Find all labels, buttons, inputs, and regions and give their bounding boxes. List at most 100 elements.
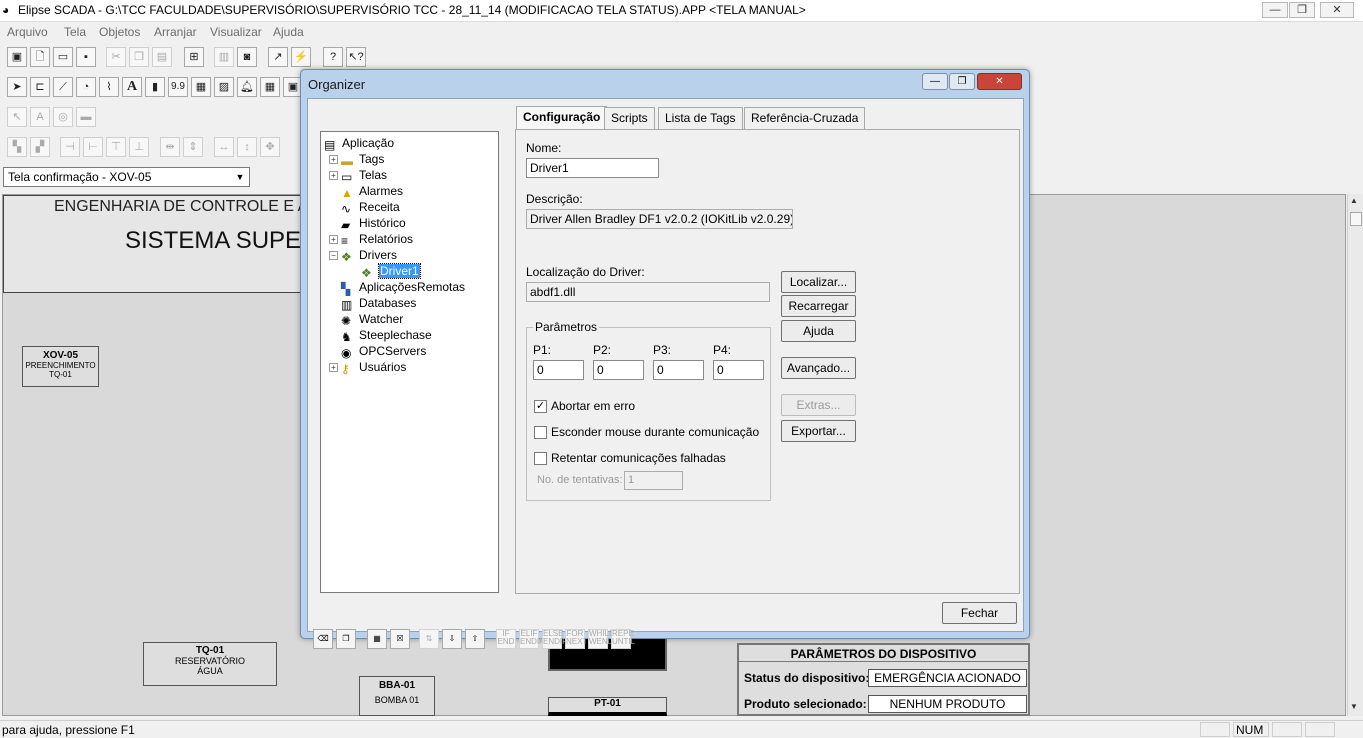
text-tool-icon[interactable]: A xyxy=(122,77,142,97)
tree-item-opcservers[interactable]: ◉ OPCServers xyxy=(341,343,426,360)
description-field[interactable]: Driver Allen Bradley DF1 v2.0.2 (IOKitLi… xyxy=(526,209,793,229)
align-top-icon[interactable]: ⊤ xyxy=(106,137,126,157)
abort-on-error-checkbox[interactable]: ✓ xyxy=(534,400,547,413)
if-end-button[interactable]: IF END xyxy=(496,629,516,649)
tree-item-databases[interactable]: ▥ Databases xyxy=(341,295,416,312)
align-left-icon[interactable]: ⊣ xyxy=(60,137,80,157)
menu-arranjar[interactable]: Arranjar xyxy=(154,25,197,39)
copy-icon[interactable]: ❐ xyxy=(336,629,356,649)
tree-item-telas[interactable]: + ▭ Telas xyxy=(329,167,387,184)
eraser-icon[interactable]: ⌫ xyxy=(313,629,333,649)
help-icon[interactable]: ? xyxy=(323,47,343,67)
tree-item-watcher[interactable]: ✺ Watcher xyxy=(341,311,403,328)
chevron-down-icon[interactable]: ▼ xyxy=(233,170,247,184)
run-icon[interactable]: ↗ xyxy=(268,47,288,67)
trend-tool-icon[interactable]: ⌇ xyxy=(99,77,119,97)
tab-configuracao[interactable]: Configuração xyxy=(516,106,608,130)
text-small-icon[interactable]: A xyxy=(30,107,50,127)
collapse-icon[interactable]: − xyxy=(329,251,338,260)
menu-ajuda[interactable]: Ajuda xyxy=(273,25,304,39)
organizer-minimize-icon[interactable]: — xyxy=(922,73,948,90)
print-icon[interactable]: ▥ xyxy=(214,47,234,67)
button-tool-icon[interactable]: ⊏ xyxy=(30,77,50,97)
organizer-tree[interactable]: ▤ Aplicação + ▬ Tags + ▭ Telas ▲ Alarmes ∿ Rece… xyxy=(320,131,499,593)
tree-item-receita[interactable]: ∿ Receita xyxy=(341,199,400,216)
open-folder-icon[interactable]: ▭ xyxy=(53,47,73,67)
screen-select[interactable]: Tela confirmação - XOV-05 ▼ xyxy=(3,167,250,187)
new-app-icon[interactable]: ▣ xyxy=(7,47,27,67)
new-file-icon[interactable]: 🗋 xyxy=(30,47,50,67)
gauge-tool-icon[interactable]: ◔ xyxy=(76,77,96,97)
export-button[interactable]: Exportar... xyxy=(781,420,856,442)
center-h-icon[interactable]: ⇹ xyxy=(160,137,180,157)
name-field[interactable]: Driver1 xyxy=(526,158,659,178)
chart-tool-icon[interactable]: ▨ xyxy=(214,77,234,97)
group-icon[interactable]: ▚ xyxy=(7,137,27,157)
tree-item-historico[interactable]: ▰ Histórico xyxy=(341,215,406,232)
expand-icon[interactable]: + xyxy=(329,171,338,180)
tree-item-alarmes[interactable]: ▲ Alarmes xyxy=(341,183,403,200)
advanced-button[interactable]: Avançado... xyxy=(781,357,856,379)
p1-field[interactable]: 0 xyxy=(533,360,584,380)
menu-objetos[interactable]: Objetos xyxy=(99,25,140,39)
delete-table-icon[interactable]: ☒ xyxy=(390,629,410,649)
cut-icon[interactable]: ✂ xyxy=(106,47,126,67)
menu-arquivo[interactable]: Arquivo xyxy=(7,25,48,39)
close-icon[interactable]: ✕ xyxy=(1320,2,1354,18)
tree-item-steeplechase[interactable]: ♞ Steeplechase xyxy=(341,327,432,344)
pointer-icon[interactable]: ↖ xyxy=(7,107,27,127)
align-bottom-icon[interactable]: ⊥ xyxy=(129,137,149,157)
hide-mouse-checkbox[interactable] xyxy=(534,426,547,439)
elif-button[interactable]: ELIF ENDIF xyxy=(519,629,544,649)
driver-location-field[interactable]: abdf1.dll xyxy=(526,282,770,302)
ungroup-icon[interactable]: ▞ xyxy=(30,137,50,157)
scroll-thumb[interactable] xyxy=(1350,212,1362,226)
close-button[interactable]: Fechar xyxy=(942,602,1017,624)
extras-button[interactable]: Extras... xyxy=(781,394,856,416)
tree-item-tags[interactable]: + ▬ Tags xyxy=(329,151,384,168)
debug-icon[interactable]: ⚡ xyxy=(291,47,311,67)
menu-tela[interactable]: Tela xyxy=(64,25,86,39)
bar-tool-icon[interactable]: ▮ xyxy=(145,77,165,97)
tree-item-aplicacoes-remotas[interactable]: ▚ AplicaçõesRemotas xyxy=(341,279,465,296)
vertical-scrollbar[interactable]: ▲ ▼ xyxy=(1347,194,1363,716)
menu-visualizar[interactable]: Visualizar xyxy=(210,25,262,39)
align-right-icon[interactable]: ⊢ xyxy=(83,137,103,157)
tree-item-driver1[interactable]: ❖ Driver1 xyxy=(361,263,421,280)
line-tool-icon[interactable]: ⟋ xyxy=(53,77,73,97)
tree-item-usuarios[interactable]: + ⚷ Usuários xyxy=(329,359,406,376)
scroll-up-icon[interactable]: ▲ xyxy=(1350,196,1358,205)
import-icon[interactable]: ⇩ xyxy=(442,629,462,649)
minimize-icon[interactable]: — xyxy=(1262,2,1288,18)
select-arrow-icon[interactable]: ➤ xyxy=(7,77,27,97)
tab-lista-de-tags[interactable]: Lista de Tags xyxy=(658,107,743,129)
while-wend-button[interactable]: WHILE WEND xyxy=(588,629,614,649)
expand-icon[interactable]: + xyxy=(329,363,338,372)
expand-icon[interactable]: + xyxy=(329,235,338,244)
save-icon[interactable]: ▪ xyxy=(76,47,96,67)
grid-tool-icon[interactable]: ▦ xyxy=(260,77,280,97)
help-button[interactable]: Ajuda xyxy=(781,320,856,342)
tree-item-relatorios[interactable]: + ≡ Relatórios xyxy=(329,231,413,248)
organizer-icon[interactable]: ⊞ xyxy=(184,47,204,67)
tab-referencia-cruzada[interactable]: Referência-Cruzada xyxy=(744,107,866,129)
p4-field[interactable]: 0 xyxy=(713,360,764,380)
organizer-restore-icon[interactable]: ❐ xyxy=(949,73,975,90)
export-icon[interactable]: ⇧ xyxy=(465,629,485,649)
retries-field[interactable]: 1 xyxy=(624,471,683,490)
repeat-until-button[interactable]: REPE UNTIL xyxy=(611,629,635,649)
sort-icon[interactable]: ⇅ xyxy=(419,629,439,649)
tab-scripts[interactable]: Scripts xyxy=(604,107,655,129)
tree-item-aplicacao[interactable]: ▤ Aplicação xyxy=(324,135,394,152)
context-help-icon[interactable]: ↖? xyxy=(346,47,366,67)
space-v-icon[interactable]: ↕ xyxy=(237,137,257,157)
table-icon[interactable]: ▦ xyxy=(367,629,387,649)
organizer-close-icon[interactable]: ✕ xyxy=(977,73,1022,90)
shape-icon[interactable]: ◎ xyxy=(53,107,73,127)
xov-05-box[interactable]: XOV-05 PREENCHIMENTO TQ-01 xyxy=(22,346,99,387)
locate-button[interactable]: Localizar... xyxy=(781,271,856,293)
bba-01-box[interactable]: BBA-01 BOMBA 01 xyxy=(359,676,435,716)
tq-01-box[interactable]: TQ-01 RESERVATÓRIO ÁGUA xyxy=(143,642,277,686)
camera-icon[interactable]: ◙ xyxy=(237,47,257,67)
for-next-button[interactable]: FOR NEXT xyxy=(565,629,587,649)
